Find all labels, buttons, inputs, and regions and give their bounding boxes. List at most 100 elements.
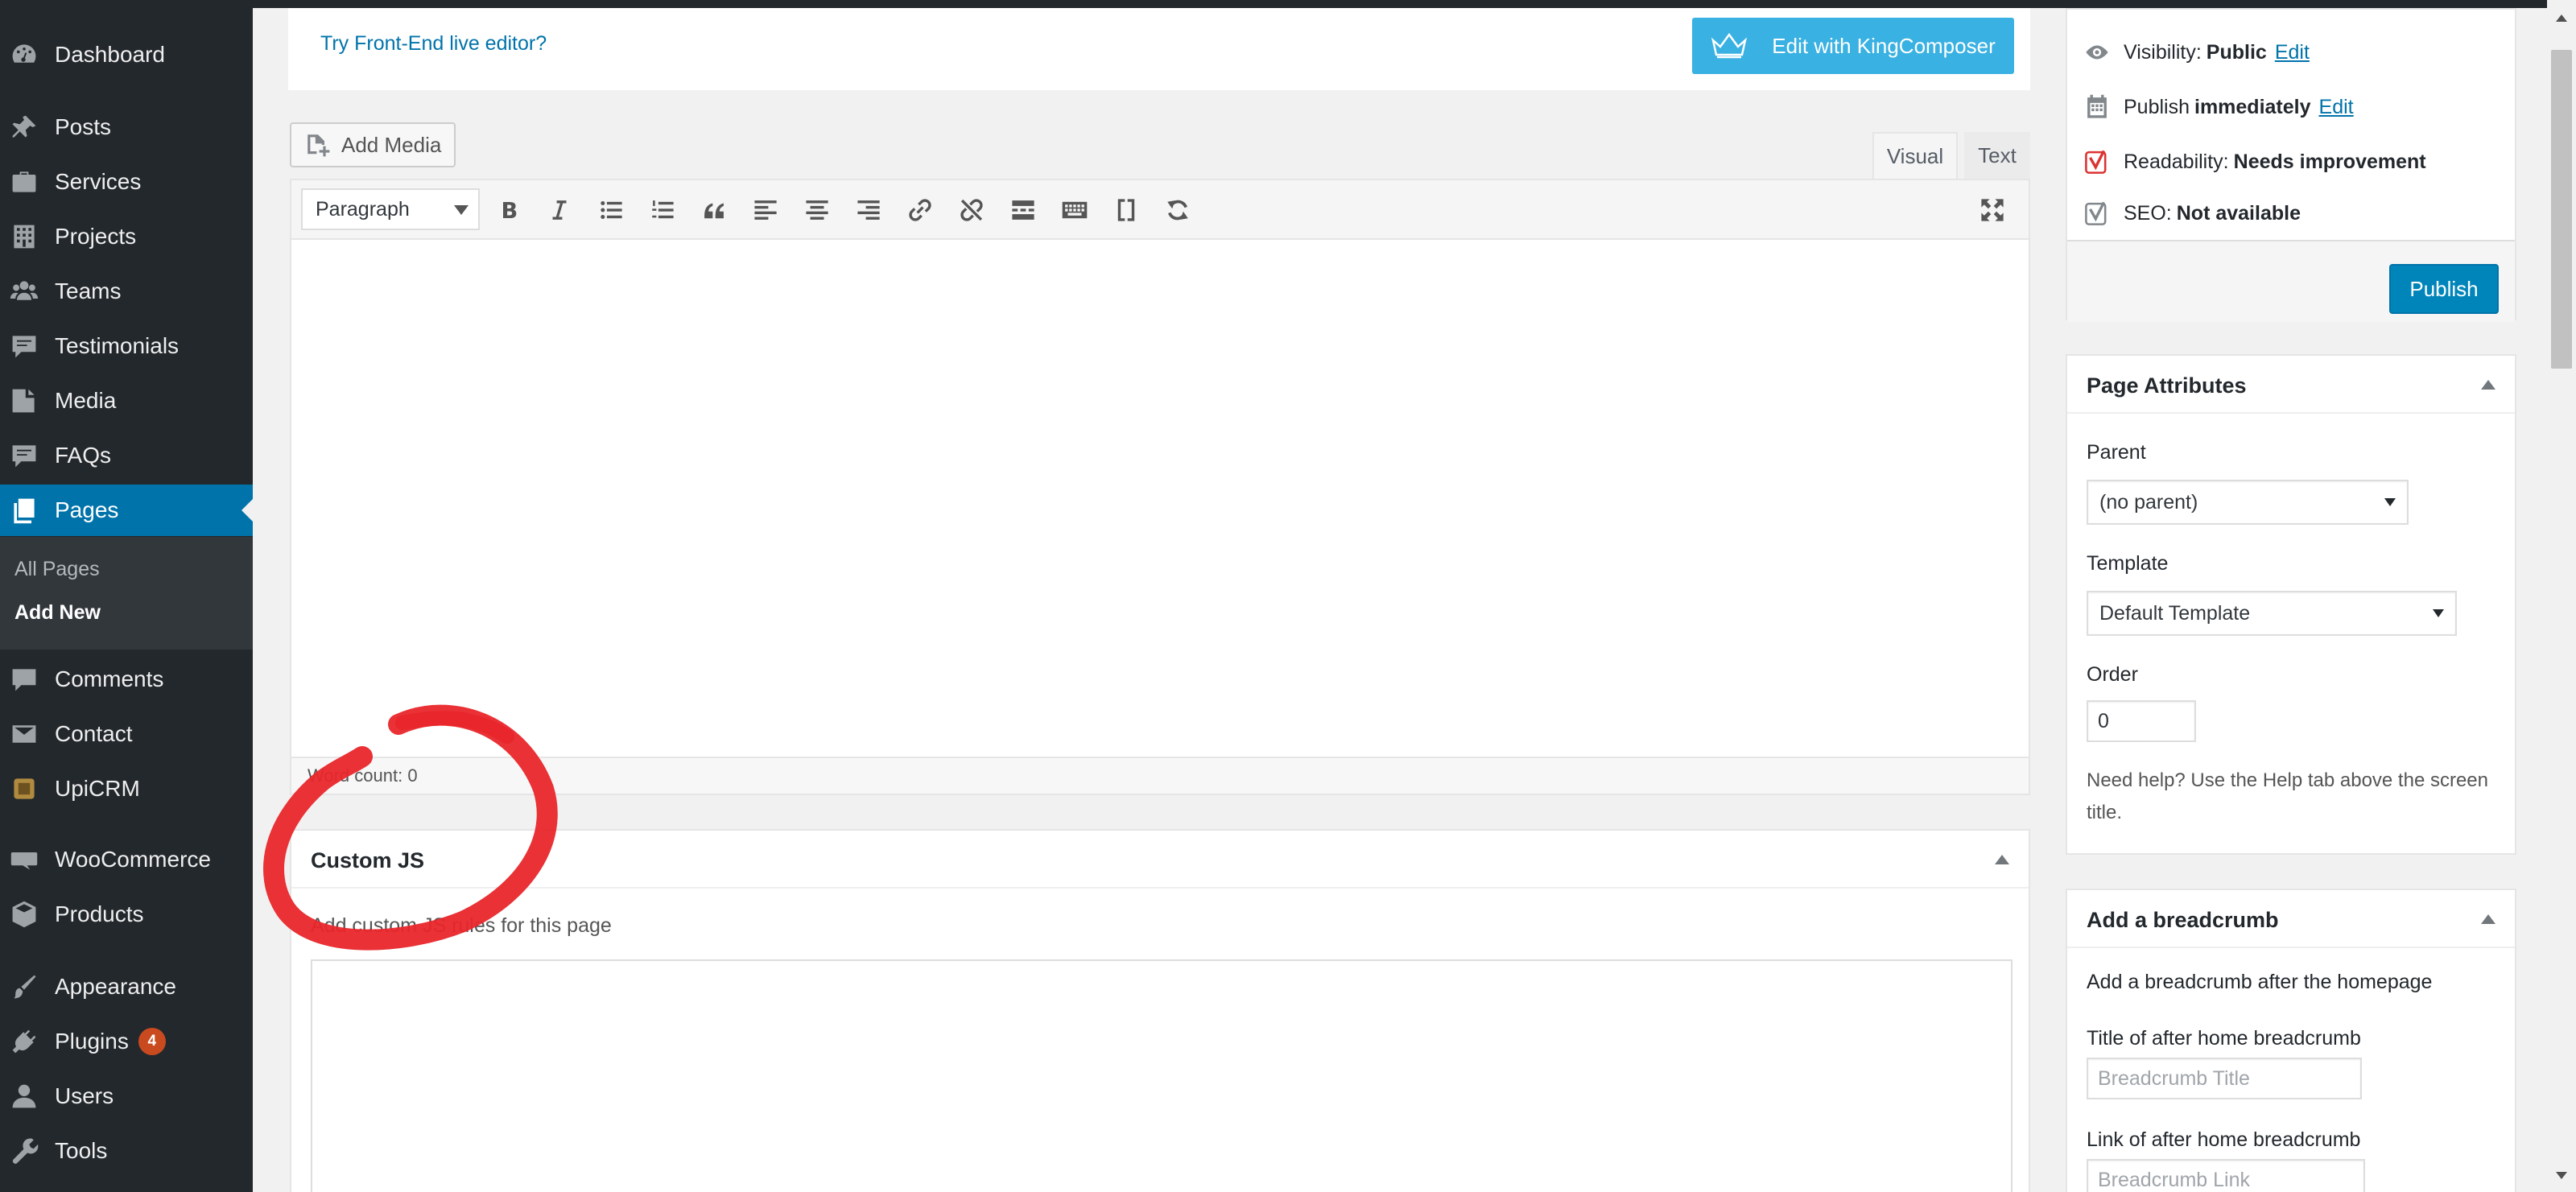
format-select[interactable]: Paragraph (301, 188, 480, 230)
tab-visual[interactable]: Visual (1872, 132, 1958, 179)
fullscreen-button[interactable] (1974, 192, 2011, 229)
bold-button[interactable]: B (489, 192, 526, 229)
menu-item-pages[interactable]: Pages (0, 485, 253, 536)
frontend-editor-link[interactable]: Try Front-End live editor? (320, 32, 547, 56)
chevron-down-icon (454, 205, 469, 215)
align-right-icon (857, 200, 880, 220)
visibility-edit-link[interactable]: Edit (2275, 41, 2310, 64)
user-icon (8, 1080, 40, 1112)
collapse-arrow-icon[interactable] (2481, 914, 2496, 924)
menu-label: Contact (55, 721, 133, 746)
menu-item-users[interactable]: Users (0, 1070, 253, 1122)
publish-metabox: Visibility: Public Edit Publish immediat… (2066, 8, 2516, 322)
edit-with-kingcomposer-button[interactable]: Edit with KingComposer (1692, 18, 2014, 74)
add-media-button[interactable]: Add Media (290, 122, 456, 167)
add-media-label: Add Media (341, 132, 442, 157)
unlink-button[interactable] (953, 192, 990, 229)
readability-row: Readability: Needs improvement (2083, 148, 2426, 175)
link-button[interactable] (902, 192, 939, 229)
menu-item-teams[interactable]: Teams (0, 266, 253, 317)
read-more-button[interactable] (1005, 192, 1042, 229)
breadcrumb-title-input[interactable]: Breadcrumb Title (2087, 1058, 2362, 1099)
chevron-down-icon (2384, 498, 2396, 506)
menu-label: Appearance (55, 974, 177, 999)
menu-item-faqs[interactable]: FAQs (0, 430, 253, 481)
custom-js-header[interactable]: Custom JS (291, 831, 2029, 889)
page-scrollbar[interactable] (2547, 0, 2576, 1192)
menu-item-tools[interactable]: Tools (0, 1125, 253, 1177)
comment-icon (8, 330, 40, 362)
collapse-arrow-icon[interactable] (1995, 855, 2009, 864)
menu-item-contact[interactable]: Contact (0, 708, 253, 760)
admin-bar-edge (253, 0, 2576, 8)
read-more-icon (1012, 200, 1034, 220)
collapse-arrow-icon[interactable] (2481, 380, 2496, 390)
menu-label: Products (55, 901, 144, 926)
scroll-down-arrow-icon[interactable] (2556, 1172, 2567, 1179)
publish-edit-link[interactable]: Edit (2319, 96, 2354, 119)
custom-js-textarea[interactable] (311, 959, 2013, 1192)
add-media-icon (308, 134, 330, 157)
menu-item-comments[interactable]: Comments (0, 654, 253, 705)
menu-label: Services (55, 169, 142, 194)
menu-item-posts[interactable]: Posts (0, 101, 253, 153)
publish-label: Publish (2124, 95, 2190, 118)
seo-value: Not available (2176, 201, 2301, 225)
menu-label: Posts (55, 114, 112, 139)
crm-icon (8, 773, 40, 805)
woo-icon (8, 843, 40, 876)
numbered-list-icon (652, 200, 674, 219)
editor-content-area[interactable] (291, 240, 2029, 758)
calendar-icon (2087, 94, 2107, 118)
align-right-button[interactable] (850, 192, 887, 229)
breadcrumb-link-input[interactable]: Breadcrumb Link (2087, 1159, 2365, 1192)
menu-item-woocommerce[interactable]: WooCommerce (0, 834, 253, 885)
wrench-icon (8, 1135, 40, 1167)
breadcrumb-link-label: Link of after home breadcrumb (2087, 1128, 2361, 1151)
refresh-button[interactable] (1159, 192, 1196, 229)
page-attributes-header[interactable]: Page Attributes (2067, 356, 2515, 414)
template-select[interactable]: Default Template (2087, 591, 2457, 636)
menu-label: Comments (55, 666, 164, 691)
bulleted-list-button[interactable] (592, 192, 630, 229)
mail-icon (8, 718, 40, 750)
building-icon (8, 221, 40, 253)
submenu-add-new[interactable]: Add New (14, 601, 101, 625)
menu-item-products[interactable]: Products (0, 889, 253, 940)
menu-item-media[interactable]: Media (0, 375, 253, 427)
visibility-label: Visibility: (2124, 40, 2202, 64)
plug-icon (8, 1025, 40, 1058)
submenu-all-pages[interactable]: All Pages (14, 558, 100, 581)
readability-label: Readability: (2124, 150, 2229, 173)
menu-item-projects[interactable]: Projects (0, 211, 253, 262)
menu-item-plugins[interactable]: Plugins 4 (0, 1016, 253, 1067)
menu-item-dashboard[interactable]: Dashboard (0, 29, 253, 80)
menu-item-appearance[interactable]: Appearance (0, 961, 253, 1013)
svg-text:B: B (502, 199, 518, 224)
menu-item-testimonials[interactable]: Testimonials (0, 320, 253, 372)
italic-button[interactable] (541, 192, 578, 229)
kingcomposer-button-label: Edit with KingComposer (1772, 33, 1996, 58)
scroll-thumb[interactable] (2551, 50, 2572, 369)
content-editor: Paragraph B Word count: 0 (290, 179, 2030, 795)
blockquote-button[interactable] (696, 192, 733, 229)
align-center-button[interactable] (799, 192, 836, 229)
align-center-icon (806, 200, 828, 220)
breadcrumb-header[interactable]: Add a breadcrumb (2067, 890, 2515, 948)
comment-icon (8, 439, 40, 472)
menu-item-upicrm[interactable]: UpiCRM (0, 763, 253, 815)
publish-button[interactable]: Publish (2389, 264, 2499, 314)
align-left-button[interactable] (747, 192, 784, 229)
order-input[interactable]: 0 (2087, 700, 2196, 742)
visibility-value: Public (2206, 40, 2267, 64)
readability-value: Needs improvement (2233, 150, 2426, 173)
parent-select[interactable]: (no parent) (2087, 480, 2409, 525)
tab-text[interactable]: Text (1964, 132, 2030, 179)
pin-icon (8, 111, 40, 143)
numbered-list-button[interactable] (644, 192, 681, 229)
menu-item-services[interactable]: Services (0, 156, 253, 208)
toolbar-toggle-button[interactable] (1056, 192, 1093, 229)
menu-label: Media (55, 388, 117, 413)
shortcode-button[interactable] (1108, 192, 1145, 229)
scroll-up-arrow-icon[interactable] (2556, 14, 2567, 22)
